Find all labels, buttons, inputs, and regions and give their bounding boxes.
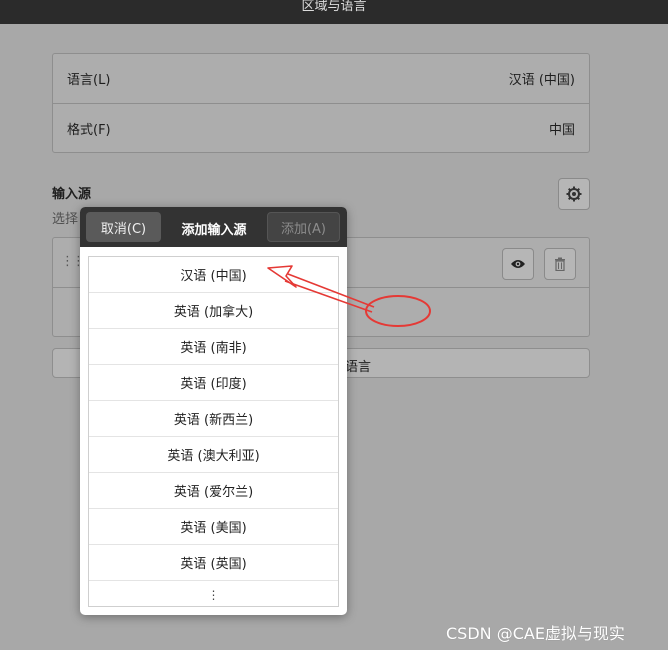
add-button[interactable]: 添加(A)	[267, 212, 340, 242]
input-source-options-button[interactable]	[558, 178, 590, 210]
popover-title: 添加输入源	[181, 223, 247, 238]
format-label: 格式(F)	[67, 122, 111, 138]
list-item[interactable]: 英语 (新西兰)	[89, 401, 338, 437]
add-input-source-popover: 取消(C) 添加输入源 添加(A) 汉语 (中国) 英语 (加拿大) 英语 (南…	[80, 207, 347, 615]
list-item[interactable]: 英语 (英国)	[89, 545, 338, 581]
watermark: CSDN @CAE虚拟与现实	[446, 624, 625, 643]
eye-icon	[511, 260, 525, 268]
trash-icon	[555, 257, 565, 271]
list-item[interactable]: 英语 (澳大利亚)	[89, 437, 338, 473]
language-label: 语言(L)	[67, 73, 111, 88]
list-item[interactable]: 英语 (爱尔兰)	[89, 473, 338, 509]
format-row[interactable]: 格式(F) 中国	[53, 103, 589, 152]
list-item[interactable]: 英语 (美国)	[89, 509, 338, 545]
list-item[interactable]: 英语 (南非)	[89, 329, 338, 365]
popover-header: 取消(C) 添加输入源 添加(A)	[80, 207, 347, 247]
preview-source-button[interactable]	[502, 248, 534, 280]
list-item[interactable]: 英语 (加拿大)	[89, 293, 338, 329]
language-list: 汉语 (中国) 英语 (加拿大) 英语 (南非) 英语 (印度) 英语 (新西兰…	[88, 256, 339, 607]
language-format-panel: 语言(L) 汉语 (中国) 格式(F) 中国	[52, 53, 590, 153]
list-item[interactable]: 汉语 (中国)	[89, 257, 338, 293]
gear-icon	[566, 186, 582, 202]
list-item[interactable]: 英语 (印度)	[89, 365, 338, 401]
remove-source-button[interactable]	[544, 248, 576, 280]
window-titlebar: 区域与语言	[0, 0, 668, 24]
more-languages-button[interactable]: ⋮	[89, 581, 338, 609]
input-sources-subtitle: 选择	[52, 212, 79, 227]
format-value: 中国	[548, 122, 575, 138]
language-row[interactable]: 语言(L) 汉语 (中国)	[53, 54, 589, 103]
cancel-button[interactable]: 取消(C)	[86, 212, 161, 242]
language-value: 汉语 (中国)	[508, 73, 575, 88]
manage-languages-label: 语言	[345, 360, 372, 375]
window-title: 区域与语言	[301, 0, 367, 14]
input-sources-title: 输入源	[52, 187, 92, 202]
